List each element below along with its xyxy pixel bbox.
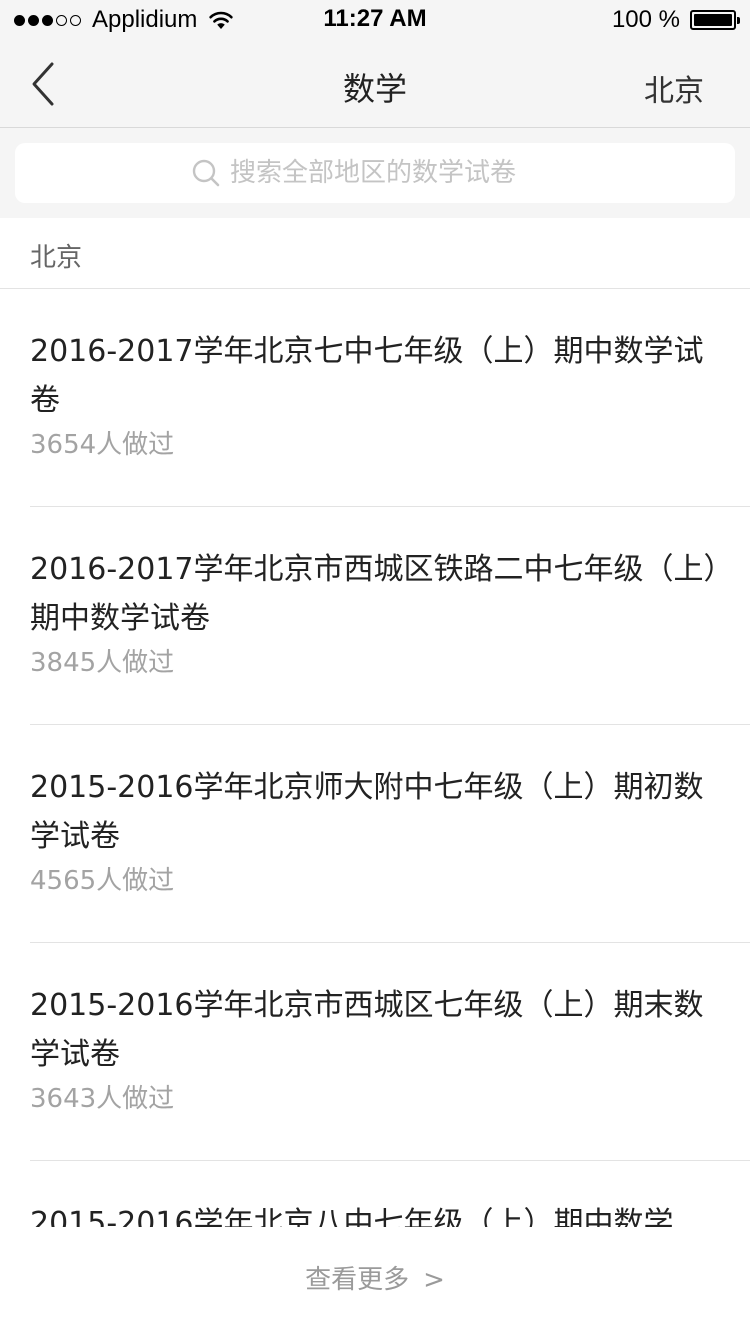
paper-attempt-count: 4565人做过: [30, 866, 175, 896]
search-box[interactable]: [15, 143, 735, 203]
paper-list[interactable]: 2016-2017学年北京七中七年级（上）期中数学试卷 3654人做过 2016…: [0, 289, 750, 1227]
paper-attempt-count: 3654人做过: [30, 430, 175, 460]
navigation-bar: 数学 北京: [0, 40, 750, 128]
list-item[interactable]: 2015-2016学年北京师大附中七年级（上）期初数学试卷 4565人做过: [0, 725, 750, 943]
list-item[interactable]: 2015-2016学年北京八中七年级（上）期中数学: [0, 1161, 750, 1227]
list-item[interactable]: 2016-2017学年北京七中七年级（上）期中数学试卷 3654人做过: [0, 289, 750, 507]
list-item[interactable]: 2016-2017学年北京市西城区铁路二中七年级（上）期中数学试卷 3845人做…: [0, 507, 750, 725]
status-bar: Applidium 11:27 AM 100 %: [0, 0, 750, 40]
status-right: 100 %: [611, 6, 740, 34]
search-icon: [192, 159, 220, 187]
paper-title: 2015-2016学年北京市西城区七年级（上）期末数学试卷: [30, 988, 704, 1072]
view-more-button[interactable]: 查看更多 >: [0, 1259, 750, 1296]
page-title: 数学: [342, 70, 407, 108]
view-more-label: 查看更多: [305, 1265, 410, 1295]
list-item[interactable]: 2015-2016学年北京市西城区七年级（上）期末数学试卷 3643人做过: [0, 943, 750, 1161]
battery-tip: [737, 17, 740, 24]
section-title: 北京: [30, 243, 83, 273]
battery-icon: [690, 10, 740, 30]
battery-percentage: 100 %: [611, 6, 680, 33]
paper-attempt-count: 3845人做过: [30, 648, 175, 678]
paper-title: 2015-2016学年北京师大附中七年级（上）期初数学试卷: [30, 770, 704, 854]
screen: Applidium 11:27 AM 100 % 数学 北京 搜索全部地区的数学…: [0, 0, 750, 1334]
region-selector-button[interactable]: 北京: [644, 66, 704, 110]
paper-title: 2016-2017学年北京七中七年级（上）期中数学试卷: [30, 334, 704, 418]
battery-level: [694, 14, 732, 26]
region-section-header: 北京: [0, 218, 750, 289]
paper-title: 2016-2017学年北京市西城区铁路二中七年级（上）期中数学试卷: [30, 552, 719, 636]
search-input[interactable]: [230, 158, 560, 188]
paper-title: 2015-2016学年北京八中七年级（上）期中数学: [30, 1206, 674, 1227]
chevron-right-icon: >: [423, 1265, 445, 1295]
search-area: [0, 128, 750, 218]
search-inner: [15, 143, 735, 203]
footer: 查看更多 >: [0, 1227, 750, 1334]
paper-attempt-count: 3643人做过: [30, 1084, 175, 1114]
